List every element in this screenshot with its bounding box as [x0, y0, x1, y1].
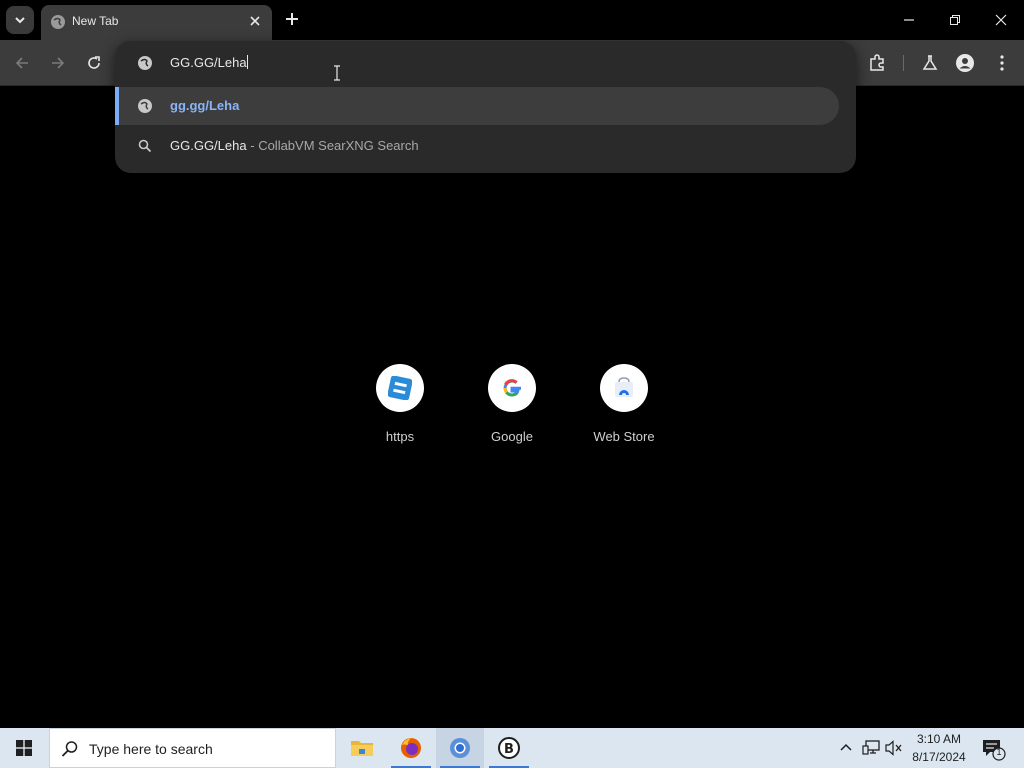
globe-icon — [51, 15, 65, 29]
search-icon — [138, 139, 152, 153]
suggestion-search[interactable]: GG.GG/Leha - CollabVM SearXNG Search — [115, 127, 839, 165]
shortcut-label: Web Store — [593, 429, 655, 444]
globe-icon — [138, 56, 152, 70]
address-bar-text: GG.GG/Leha — [170, 55, 247, 70]
taskbar-clock[interactable]: 3:10 AM 8/17/2024 — [904, 730, 974, 766]
https-app-icon — [388, 376, 412, 400]
b-app-icon: B — [498, 737, 520, 759]
shortcut-label: Google — [491, 429, 533, 444]
suggestion-url[interactable]: gg.gg/Leha — [115, 87, 839, 125]
firefox-icon — [401, 738, 421, 758]
clock-time: 3:10 AM — [916, 732, 962, 746]
suggestion-url-text: gg.gg/Leha — [170, 98, 240, 113]
address-bar[interactable]: GG.GG/Leha — [115, 41, 856, 85]
shortcut-icon-container — [600, 364, 648, 412]
new-tab-button[interactable] — [282, 9, 302, 29]
minimize-button[interactable] — [886, 0, 932, 40]
speaker-muted-icon — [885, 740, 902, 756]
shortcut-icon-container — [376, 364, 424, 412]
web-store-icon — [615, 377, 633, 397]
ibeam-cursor-icon — [334, 65, 340, 81]
menu-button[interactable] — [989, 50, 1015, 76]
minimize-icon — [904, 19, 914, 21]
extensions-button[interactable] — [864, 50, 890, 76]
kebab-menu-icon — [1000, 55, 1004, 71]
selection-indicator — [115, 87, 119, 125]
windows-logo-icon — [16, 740, 32, 756]
chevron-down-icon — [15, 17, 25, 24]
reload-icon — [88, 56, 100, 69]
forward-button[interactable] — [45, 50, 71, 76]
taskbar: Type here to search B 3:10 AM 8/17/2024 … — [0, 728, 1024, 768]
notification-count: 1 — [996, 747, 1002, 757]
back-button[interactable] — [9, 50, 35, 76]
restore-icon — [950, 15, 960, 25]
tab-strip: New Tab — [0, 0, 1024, 40]
globe-icon — [138, 99, 152, 113]
profile-button[interactable] — [952, 50, 978, 76]
plus-icon — [286, 13, 298, 25]
volume-button[interactable] — [884, 738, 904, 758]
taskbar-search-box[interactable]: Type here to search — [49, 728, 336, 768]
omnibox-dropdown: GG.GG/Leha gg.gg/Leha GG.GG/Leha - Colla… — [115, 41, 856, 173]
taskbar-app-file-explorer[interactable] — [338, 728, 386, 768]
shortcut-google[interactable]: Google — [464, 364, 560, 454]
taskbar-search-placeholder: Type here to search — [89, 741, 213, 757]
start-button[interactable] — [0, 728, 48, 768]
arrow-left-icon — [15, 57, 28, 69]
svg-text:B: B — [504, 742, 514, 757]
tab-close-button[interactable] — [246, 12, 264, 30]
google-icon — [503, 379, 521, 397]
close-icon — [250, 16, 260, 26]
network-button[interactable] — [861, 738, 881, 758]
suggestion-engine: CollabVM SearXNG Search — [258, 138, 419, 153]
close-icon — [995, 14, 1007, 26]
taskbar-app-firefox[interactable] — [387, 728, 435, 768]
taskbar-app-b[interactable]: B — [485, 728, 533, 768]
chromium-icon — [450, 738, 470, 758]
show-hidden-icons-button[interactable] — [836, 738, 856, 758]
folder-icon — [351, 741, 373, 756]
shortcut-https[interactable]: https — [352, 364, 448, 454]
suggestion-query: GG.GG/Leha — [170, 138, 247, 153]
clock-date: 8/17/2024 — [912, 750, 966, 764]
search-icon — [61, 741, 78, 757]
network-icon — [862, 740, 880, 755]
taskbar-app-chromium[interactable] — [436, 728, 484, 768]
action-center-button[interactable]: 1 — [978, 734, 1006, 762]
close-window-button[interactable] — [978, 0, 1024, 40]
suggestion-separator: - — [250, 138, 255, 153]
flask-icon — [922, 55, 938, 70]
shortcut-label: https — [385, 429, 415, 444]
restore-button[interactable] — [932, 0, 978, 40]
puzzle-icon — [870, 54, 884, 71]
arrow-right-icon — [52, 57, 65, 69]
reload-button[interactable] — [81, 50, 107, 76]
text-caret — [246, 55, 248, 69]
chevron-up-icon — [840, 743, 852, 751]
labs-button[interactable] — [917, 50, 943, 76]
suggestion-search-text: GG.GG/Leha - CollabVM SearXNG Search — [170, 138, 419, 153]
avatar-icon — [956, 54, 974, 72]
address-bar-input[interactable]: GG.GG/Leha — [170, 55, 248, 70]
shortcut-icon-container — [488, 364, 536, 412]
toolbar-divider — [903, 55, 904, 71]
tab-search-button[interactable] — [6, 6, 34, 34]
tab-title: New Tab — [72, 14, 119, 28]
screen: New Tab GG.GG/Leha gg.gg/Leha GG.GG/Leha… — [0, 0, 1024, 768]
shortcut-web-store[interactable]: Web Store — [576, 364, 672, 454]
tab-new-tab[interactable]: New Tab — [41, 5, 272, 40]
